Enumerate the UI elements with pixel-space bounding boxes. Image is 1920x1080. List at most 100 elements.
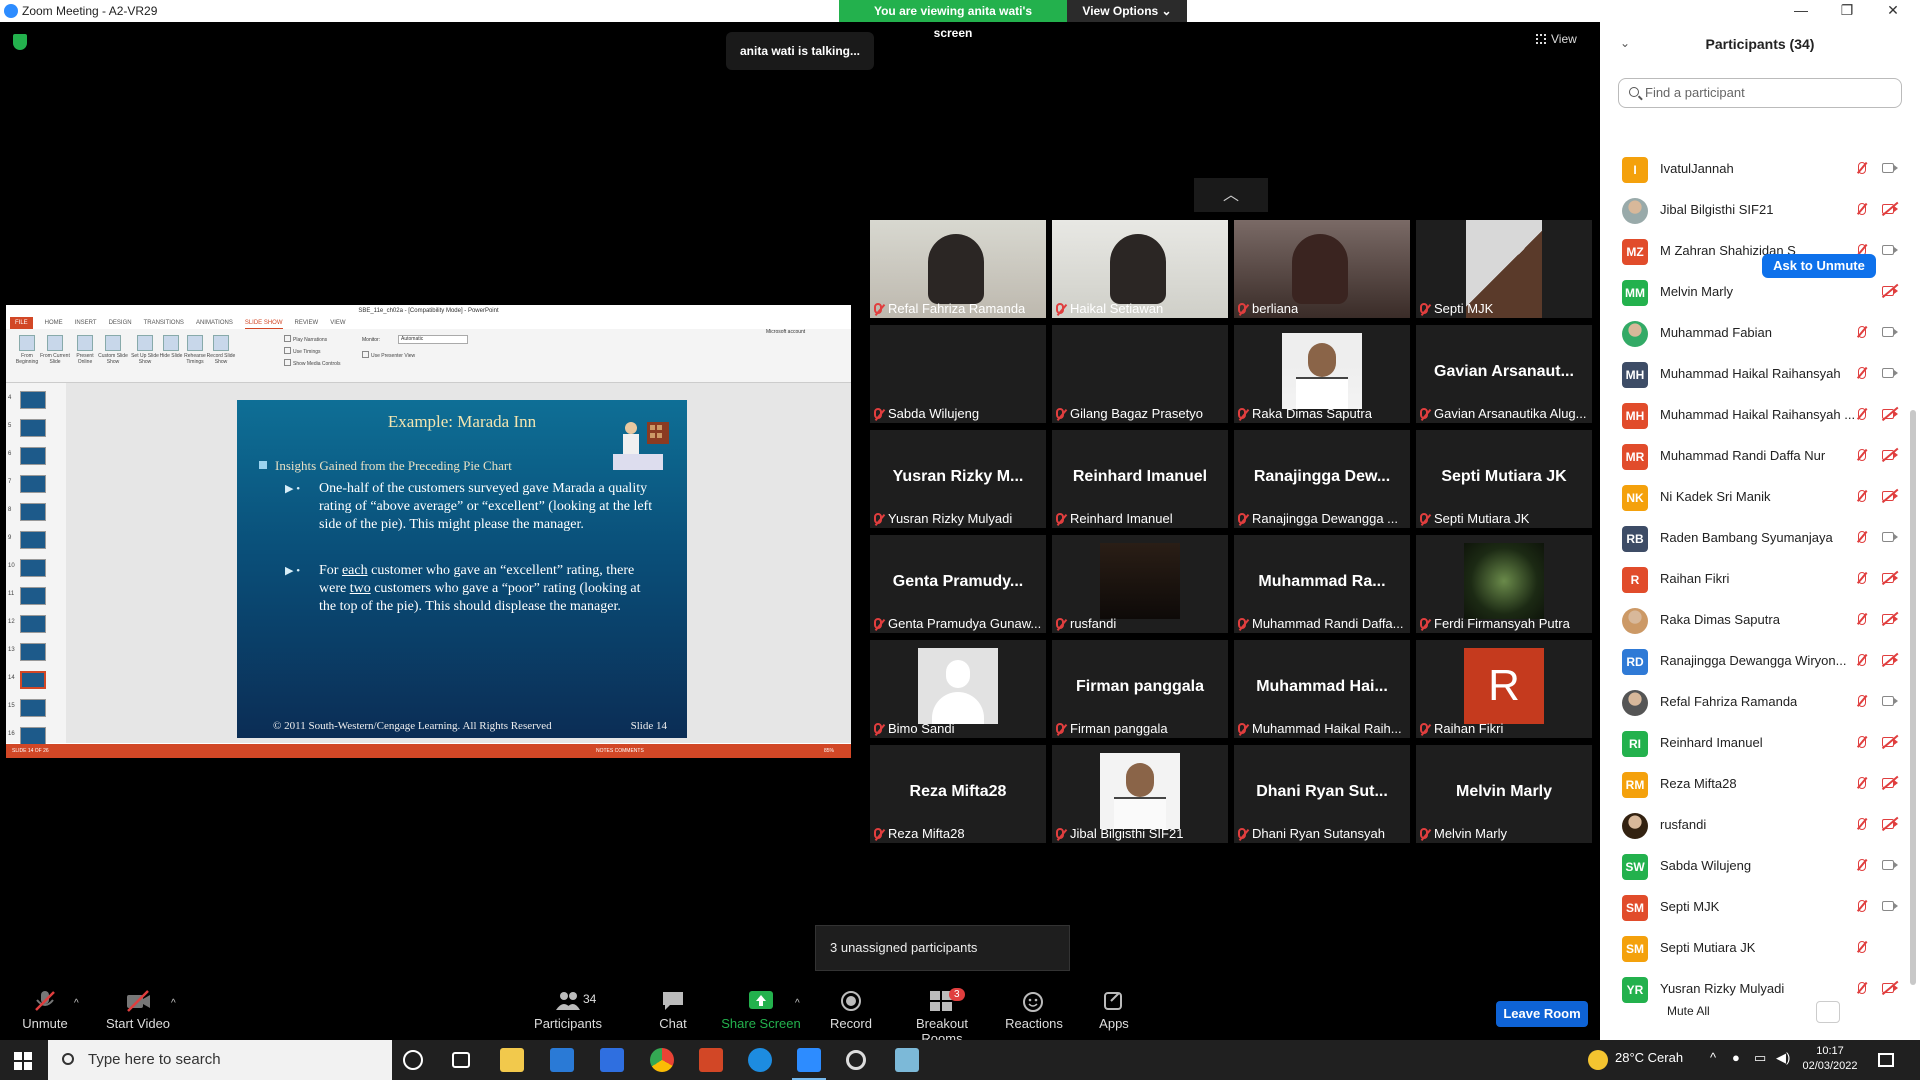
video-tile[interactable]: berliana bbox=[1234, 220, 1410, 318]
video-tile[interactable]: Refal Fahriza Ramanda bbox=[870, 220, 1046, 318]
participant-row[interactable]: rusfandi bbox=[1600, 804, 1910, 845]
record-button[interactable]: Record bbox=[806, 990, 896, 1031]
muted-mic-icon[interactable] bbox=[1858, 818, 1866, 830]
muted-mic-icon[interactable] bbox=[1858, 367, 1866, 379]
cortana-icon[interactable] bbox=[403, 1050, 423, 1070]
settings-icon[interactable] bbox=[846, 1050, 866, 1070]
video-off-icon[interactable] bbox=[1882, 204, 1898, 214]
video-icon[interactable] bbox=[1882, 327, 1898, 337]
volume-icon[interactable]: ◀) bbox=[1776, 1050, 1790, 1066]
video-tile[interactable]: Reza Mifta28 Reza Mifta28 bbox=[870, 745, 1046, 843]
gallery-view-button[interactable]: View bbox=[1536, 32, 1577, 46]
video-tile[interactable]: Melvin Marly Melvin Marly bbox=[1416, 745, 1592, 843]
video-tile[interactable]: Gavian Arsanaut... Gavian Arsanautika Alu… bbox=[1416, 325, 1592, 423]
clock[interactable]: 10:17 02/03/2022 bbox=[1800, 1044, 1860, 1074]
audio-options-caret[interactable]: ^ bbox=[74, 998, 79, 1009]
muted-mic-icon[interactable] bbox=[1858, 162, 1866, 174]
participant-row[interactable]: MH Muhammad Haikal Raihansyah ... bbox=[1600, 394, 1910, 435]
notifications-icon[interactable] bbox=[1878, 1053, 1894, 1067]
video-tile[interactable]: Muhammad Ra... Muhammad Randi Daffa... bbox=[1234, 535, 1410, 633]
video-tile[interactable]: Ferdi Firmansyah Putra bbox=[1416, 535, 1592, 633]
unmute-button[interactable]: Unmute bbox=[0, 990, 90, 1031]
video-tile[interactable]: Dhani Ryan Sut... Dhani Ryan Sutansyah bbox=[1234, 745, 1410, 843]
muted-mic-icon[interactable] bbox=[1858, 613, 1866, 625]
video-icon[interactable] bbox=[1882, 368, 1898, 378]
participants-button[interactable]: 34 Participants bbox=[523, 990, 613, 1031]
teamviewer-icon[interactable] bbox=[748, 1048, 772, 1072]
participant-row[interactable]: Muhammad Fabian bbox=[1600, 312, 1910, 353]
close-button[interactable]: ✕ bbox=[1870, 0, 1916, 22]
video-tile[interactable]: Septi Mutiara JK Septi Mutiara JK bbox=[1416, 430, 1592, 528]
video-tile[interactable]: Haikal Setiawan bbox=[1052, 220, 1228, 318]
participant-row[interactable]: NK Ni Kadek Sri Manik bbox=[1600, 476, 1910, 517]
windows-start-icon[interactable] bbox=[14, 1052, 32, 1070]
minimize-button[interactable]: — bbox=[1778, 0, 1824, 22]
video-off-icon[interactable] bbox=[1882, 286, 1898, 296]
video-tile[interactable]: Yusran Rizky M... Yusran Rizky Mulyadi bbox=[870, 430, 1046, 528]
muted-mic-icon[interactable] bbox=[1858, 736, 1866, 748]
participant-row[interactable]: Jibal Bilgisthi SIF21 bbox=[1600, 189, 1910, 230]
chrome-icon[interactable] bbox=[650, 1048, 674, 1072]
muted-mic-icon[interactable] bbox=[1858, 408, 1866, 420]
apps-button[interactable]: Apps bbox=[1069, 990, 1159, 1031]
video-icon[interactable] bbox=[1882, 696, 1898, 706]
leave-room-button[interactable]: Leave Room bbox=[1496, 1001, 1588, 1027]
muted-mic-icon[interactable] bbox=[1858, 531, 1866, 543]
participant-row[interactable]: Raka Dimas Saputra bbox=[1600, 599, 1910, 640]
muted-mic-icon[interactable] bbox=[1858, 654, 1866, 666]
muted-mic-icon[interactable] bbox=[1858, 695, 1866, 707]
participant-search-input[interactable]: Find a participant bbox=[1618, 78, 1902, 108]
participant-row[interactable]: MH Muhammad Haikal Raihansyah bbox=[1600, 353, 1910, 394]
video-off-icon[interactable] bbox=[1882, 573, 1898, 583]
participant-row[interactable]: Refal Fahriza Ramanda bbox=[1600, 681, 1910, 722]
powerpoint-icon[interactable] bbox=[699, 1048, 723, 1072]
video-tile[interactable]: Firman panggala Firman panggala bbox=[1052, 640, 1228, 738]
video-off-icon[interactable] bbox=[1882, 491, 1898, 501]
reactions-button[interactable]: Reactions bbox=[989, 990, 1079, 1031]
network-icon[interactable]: ▭ bbox=[1754, 1050, 1766, 1066]
video-tile[interactable]: Muhammad Hai... Muhammad Haikal Raih... bbox=[1234, 640, 1410, 738]
video-off-icon[interactable] bbox=[1882, 819, 1898, 829]
breakout-rooms-button[interactable]: 3 Breakout Rooms bbox=[897, 988, 987, 1046]
video-off-icon[interactable] bbox=[1882, 737, 1898, 747]
participant-row[interactable]: RD Ranajingga Dewangga Wiryon... bbox=[1600, 640, 1910, 681]
participant-row[interactable]: SM Septi MJK bbox=[1600, 886, 1910, 927]
video-icon[interactable] bbox=[1882, 901, 1898, 911]
tray-chevron-icon[interactable]: ^ bbox=[1710, 1050, 1716, 1065]
video-tile[interactable]: Reinhard Imanuel Reinhard Imanuel bbox=[1052, 430, 1228, 528]
video-off-icon[interactable] bbox=[1882, 614, 1898, 624]
video-options-caret[interactable]: ^ bbox=[171, 998, 176, 1009]
participant-row[interactable]: I IvatulJannah bbox=[1600, 148, 1910, 189]
video-off-icon[interactable] bbox=[1882, 983, 1898, 993]
video-tile[interactable]: Gilang Bagaz Prasetyo bbox=[1052, 325, 1228, 423]
collapse-gallery-button[interactable]: ︿ bbox=[1194, 178, 1268, 212]
video-tile[interactable]: Bimo Sandi bbox=[870, 640, 1046, 738]
video-tile[interactable]: Ranajingga Dew... Ranajingga Dewangga ... bbox=[1234, 430, 1410, 528]
maximize-button[interactable]: ❐ bbox=[1824, 0, 1870, 22]
muted-mic-icon[interactable] bbox=[1858, 203, 1866, 215]
video-icon[interactable] bbox=[1882, 163, 1898, 173]
participant-row[interactable]: MR Muhammad Randi Daffa Nur bbox=[1600, 435, 1910, 476]
video-tile[interactable]: Genta Pramudy... Genta Pramudya Gunaw... bbox=[870, 535, 1046, 633]
video-tile[interactable]: Sabda Wilujeng bbox=[870, 325, 1046, 423]
participant-row[interactable]: SM Septi Mutiara JK bbox=[1600, 927, 1910, 968]
ask-to-unmute-button[interactable]: Ask to Unmute bbox=[1762, 254, 1876, 278]
muted-mic-icon[interactable] bbox=[1858, 572, 1866, 584]
participant-row[interactable]: RI Reinhard Imanuel bbox=[1600, 722, 1910, 763]
participant-row[interactable]: RB Raden Bambang Syumanjaya bbox=[1600, 517, 1910, 558]
video-tile[interactable]: R Raihan Fikri bbox=[1416, 640, 1592, 738]
muted-mic-icon[interactable] bbox=[1858, 941, 1866, 953]
participant-row[interactable]: R Raihan Fikri bbox=[1600, 558, 1910, 599]
muted-mic-icon[interactable] bbox=[1858, 449, 1866, 461]
mail-icon[interactable] bbox=[600, 1048, 624, 1072]
video-icon[interactable] bbox=[1882, 532, 1898, 542]
video-off-icon[interactable] bbox=[1882, 450, 1898, 460]
muted-mic-icon[interactable] bbox=[1858, 326, 1866, 338]
video-off-icon[interactable] bbox=[1882, 409, 1898, 419]
panel-scrollbar[interactable] bbox=[1910, 410, 1916, 985]
share-options-caret[interactable]: ^ bbox=[795, 998, 800, 1009]
video-tile[interactable]: Jibal Bilgisthi SIF21 bbox=[1052, 745, 1228, 843]
unassigned-participants-notice[interactable]: 3 unassigned participants bbox=[815, 925, 1070, 971]
start-video-button[interactable]: Start Video bbox=[93, 990, 183, 1031]
zoom-taskbar-icon[interactable] bbox=[797, 1048, 821, 1072]
